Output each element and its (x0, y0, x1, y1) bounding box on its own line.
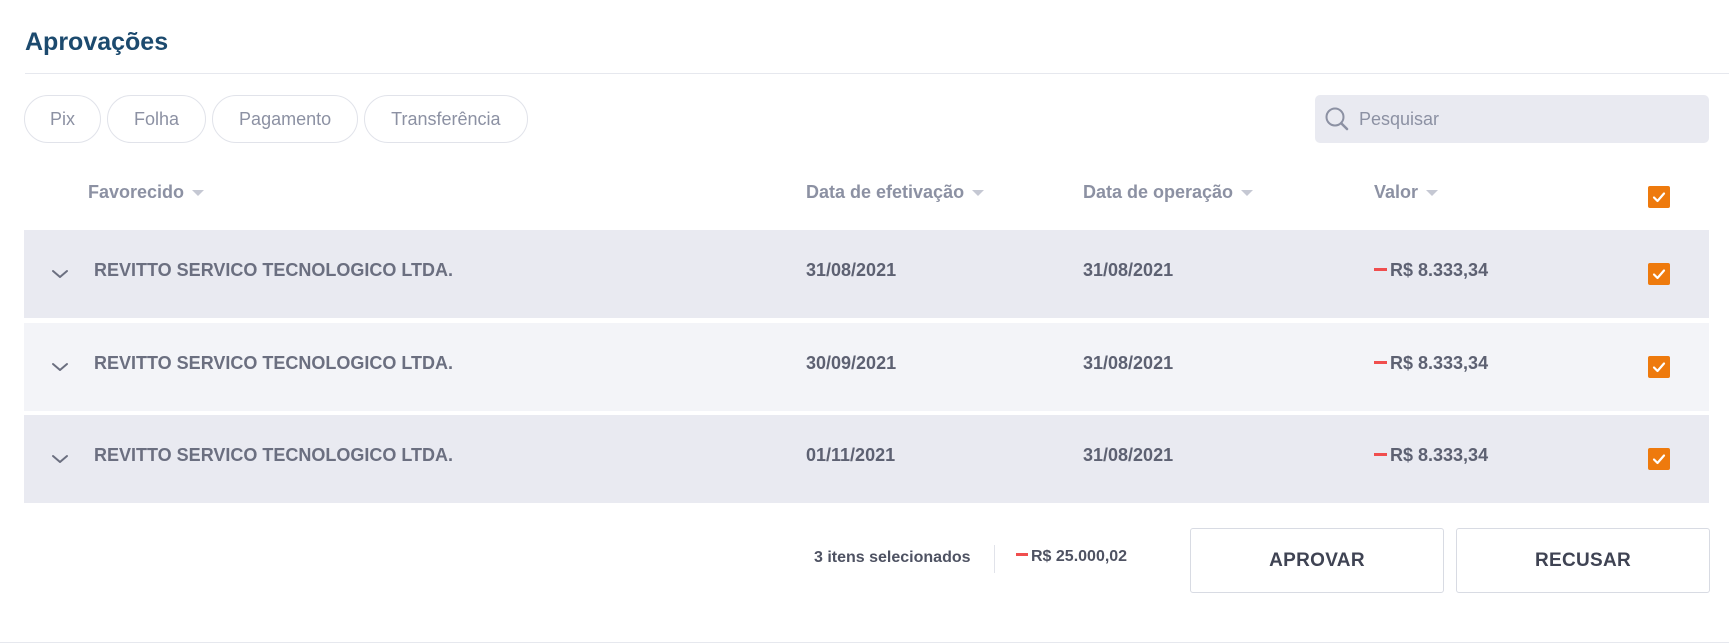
row-checkbox[interactable] (1648, 263, 1670, 285)
sort-caret-icon (192, 189, 205, 196)
cell-valor: R$ 8.333,34 (1374, 353, 1488, 374)
search-input[interactable] (1359, 108, 1709, 130)
column-data-operacao[interactable]: Data de operação (1083, 182, 1254, 203)
filter-chip-pagamento[interactable]: Pagamento (212, 95, 359, 143)
table-row[interactable]: REVITTO SERVICO TECNOLOGICO LTDA. 31/08/… (24, 230, 1709, 318)
search-box[interactable] (1315, 95, 1709, 143)
column-valor[interactable]: Valor (1374, 182, 1439, 203)
sort-caret-icon (1426, 189, 1439, 196)
column-label: Data de operação (1083, 182, 1234, 202)
column-label: Valor (1374, 182, 1419, 202)
table-row[interactable]: REVITTO SERVICO TECNOLOGICO LTDA. 01/11/… (24, 415, 1709, 503)
filter-chips: Pix Folha Pagamento Transferência (24, 95, 528, 143)
cell-data-efetivacao: 30/09/2021 (806, 353, 897, 373)
minus-icon (1374, 267, 1387, 271)
page-title: Aprovações (25, 28, 169, 56)
filter-chip-folha[interactable]: Folha (107, 95, 207, 143)
filter-chip-transferencia[interactable]: Transferência (364, 95, 528, 143)
table-row[interactable]: REVITTO SERVICO TECNOLOGICO LTDA. 30/09/… (24, 323, 1709, 411)
column-label: Favorecido (88, 182, 185, 202)
title-divider (25, 73, 1729, 74)
cell-data-operacao: 31/08/2021 (1083, 445, 1174, 465)
total-text: R$ 25.000,02 (1031, 548, 1128, 565)
reject-button[interactable]: RECUSAR (1456, 528, 1710, 593)
cell-favorecido: REVITTO SERVICO TECNOLOGICO LTDA. (94, 445, 454, 465)
chevron-down-icon[interactable] (50, 449, 70, 469)
valor-text: R$ 8.333,34 (1390, 445, 1489, 465)
filter-chip-pix[interactable]: Pix (24, 95, 102, 143)
selected-count: 3 itens selecionados (814, 549, 971, 566)
minus-icon (1016, 553, 1028, 557)
checkmark-icon (1652, 362, 1666, 373)
cell-valor: R$ 8.333,34 (1374, 445, 1488, 466)
sort-caret-icon (972, 189, 985, 196)
selected-total: R$ 25.000,02 (1016, 548, 1127, 566)
cell-valor: R$ 8.333,34 (1374, 260, 1488, 281)
valor-text: R$ 8.333,34 (1390, 353, 1489, 373)
approve-button[interactable]: APROVAR (1190, 528, 1444, 593)
select-all-checkbox[interactable] (1648, 186, 1670, 208)
cell-data-efetivacao: 01/11/2021 (806, 445, 896, 465)
checkmark-icon (1652, 192, 1666, 203)
minus-icon (1374, 452, 1387, 456)
cell-data-operacao: 31/08/2021 (1083, 260, 1174, 280)
column-data-efetivacao[interactable]: Data de efetivação (806, 182, 985, 203)
chevron-down-icon[interactable] (50, 264, 70, 284)
valor-text: R$ 8.333,34 (1390, 260, 1489, 280)
approvals-page: Aprovações Pix Folha Pagamento Transferê… (0, 0, 1729, 644)
bottom-divider (0, 642, 1729, 643)
cell-data-operacao: 31/08/2021 (1083, 353, 1174, 373)
checkmark-icon (1652, 454, 1666, 465)
row-checkbox[interactable] (1648, 356, 1670, 378)
cell-data-efetivacao: 31/08/2021 (806, 260, 897, 280)
sort-caret-icon (1241, 189, 1254, 196)
table-header: Favorecido Data de efetivação Data de op… (24, 174, 1709, 214)
cell-favorecido: REVITTO SERVICO TECNOLOGICO LTDA. (94, 260, 454, 280)
search-icon (1325, 107, 1349, 131)
chevron-down-icon[interactable] (50, 357, 70, 377)
row-checkbox[interactable] (1648, 448, 1670, 470)
cell-favorecido: REVITTO SERVICO TECNOLOGICO LTDA. (94, 353, 454, 373)
checkmark-icon (1652, 269, 1666, 280)
footer-divider (994, 545, 995, 573)
minus-icon (1374, 360, 1387, 364)
column-favorecido[interactable]: Favorecido (88, 182, 205, 203)
column-label: Data de efetivação (806, 182, 965, 202)
